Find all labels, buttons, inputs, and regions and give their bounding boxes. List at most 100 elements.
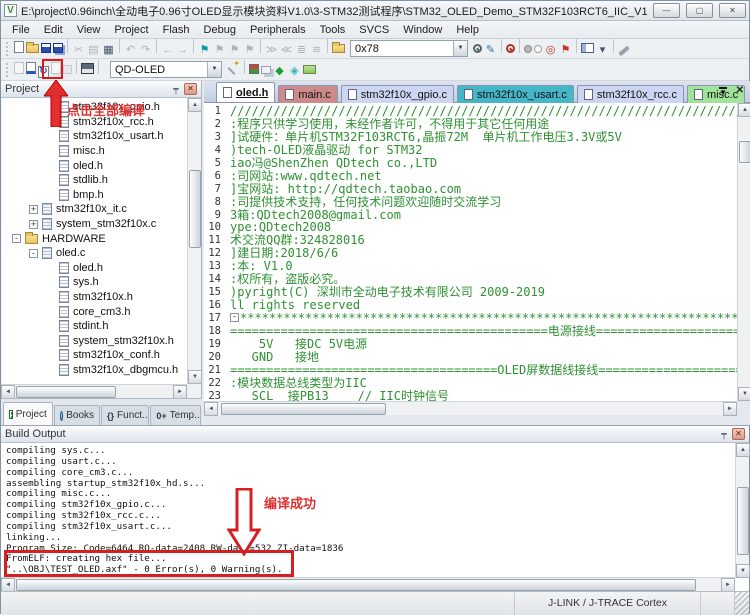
chevron-down-icon[interactable]: ▼ [453,41,467,56]
pin-icon[interactable]: ┯ [170,84,182,95]
toolbar-grip[interactable] [6,41,9,56]
build-vertical-scrollbar[interactable]: ▲ ▼ [735,443,750,578]
build-horizontal-scrollbar[interactable]: ◄ ► [1,577,735,592]
window-layout-icon[interactable] [581,43,594,53]
find-symbol-icon[interactable] [506,44,515,53]
panel-tab-temp[interactable]: 0+ Temp... [150,405,201,425]
scrollbar-thumb[interactable] [16,386,116,398]
build-icon[interactable] [26,62,36,74]
menu-view[interactable]: View [70,22,108,38]
manage-books-icon[interactable] [261,66,271,74]
menu-flash[interactable]: Flash [156,22,197,38]
panel-tab-project[interactable]: Project [3,402,53,425]
panel-close-icon[interactable]: ✕ [732,428,745,440]
new-file-icon[interactable] [14,41,24,53]
incremental-find-icon[interactable]: ✎ [484,42,497,57]
tree-item-stm32f10x-dbgmcu-h[interactable]: stm32f10x_dbgmcu.h [2,363,187,378]
find-in-files-icon[interactable] [332,42,345,53]
layout-dropdown-icon[interactable]: ▾ [596,42,609,57]
menu-file[interactable]: File [5,22,37,38]
menu-edit[interactable]: Edit [37,22,70,38]
tree-item-oled-c[interactable]: - oled.c [2,246,187,261]
panel-tab-books[interactable]: Books [53,405,101,425]
tree-item-sys-h[interactable]: sys.h [2,275,187,290]
bookmark-icon[interactable]: ⚑ [198,42,211,57]
tree-horizontal-scrollbar[interactable]: ◄ ► [1,384,187,399]
scroll-up-icon[interactable]: ▲ [188,98,202,112]
scroll-left-icon[interactable]: ◄ [204,402,218,416]
tree-item-oled-h[interactable]: oled.h [2,158,187,173]
menu-window[interactable]: Window [396,22,449,38]
address-value[interactable]: 0x78 [351,43,453,55]
scrollbar-thumb[interactable] [221,403,386,415]
scroll-left-icon[interactable]: ◄ [1,385,15,399]
debug-dot-gray-icon[interactable] [524,45,532,53]
scrollbar-thumb[interactable] [16,579,696,591]
project-tree[interactable]: stm32f10x_gpio.h stm32f10x_rcc.h stm32f10x… [2,98,187,384]
fold-marker-icon[interactable]: - [230,313,239,322]
pin-icon[interactable]: ┯ [718,429,730,440]
scroll-right-icon[interactable]: ► [173,385,187,399]
panel-tab-funct[interactable]: {} Funct... [101,405,150,425]
expander-icon[interactable]: - [12,234,21,244]
tree-item-system-stm32f10x-c[interactable]: + system_stm32f10x.c [2,217,187,232]
expander-icon[interactable]: - [29,248,38,258]
find-icon[interactable] [473,44,482,53]
tree-item-core-cm3-h[interactable]: core_cm3.h [2,304,187,319]
editor-tab-main-c[interactable]: main.c [278,85,338,103]
tree-item-stm32f10x-usart-h[interactable]: stm32f10x_usart.h [2,129,187,144]
editor-vertical-scrollbar[interactable]: ▲ ▼ [737,103,750,401]
expander-icon[interactable]: + [29,204,38,214]
breakpoint-rings-icon[interactable]: ◎ [544,42,557,57]
tree-item-stm32f10x-it-c[interactable]: + stm32f10x_it.c [2,202,187,217]
paste-icon[interactable]: ▦ [102,42,115,57]
tab-list-icon[interactable]: ▼ [719,87,727,97]
save-all-icon[interactable] [53,43,63,53]
scroll-up-icon[interactable]: ▲ [736,443,750,457]
menu-help[interactable]: Help [449,22,486,38]
configure-icon[interactable] [618,45,630,57]
debug-dot-white-icon[interactable] [534,45,542,53]
tree-item-stdlib-h[interactable]: stdlib.h [2,173,187,188]
resize-grip[interactable] [735,592,749,615]
menu-svcs[interactable]: SVCS [352,22,396,38]
close-button[interactable]: ✕ [719,3,746,18]
tree-item-stm32f10x-conf-h[interactable]: stm32f10x_conf.h [2,348,187,363]
editor-tab-stm32f10x-rcc-c[interactable]: stm32f10x_rcc.c [576,85,684,103]
tree-item-stm32f10x-h[interactable]: stm32f10x.h [2,290,187,305]
open-file-icon[interactable] [26,42,39,53]
tree-item-system-stm32f10x-h[interactable]: system_stm32f10x.h [2,334,187,349]
scroll-left-icon[interactable]: ◄ [1,578,15,592]
menu-debug[interactable]: Debug [197,22,243,38]
editor-horizontal-scrollbar[interactable]: ◄ ► [204,401,737,416]
breakpoint-flag-icon[interactable]: ⚑ [559,42,572,57]
menu-project[interactable]: Project [107,22,155,38]
pack-installer-icon[interactable] [303,65,316,74]
target-selector[interactable]: QD-OLED ▼ [110,61,222,78]
manage-run-time-environment-icon[interactable]: ◈ [288,63,301,78]
tree-item-misc-h[interactable]: misc.h [2,144,187,159]
tree-item-hardware[interactable]: - HARDWARE [2,231,187,246]
editor-tab-stm32f10x-gpio-c[interactable]: stm32f10x_gpio.c [340,85,455,103]
panel-close-icon[interactable]: ✕ [184,83,197,95]
scroll-right-icon[interactable]: ► [723,402,737,416]
download-icon[interactable] [81,63,94,74]
code-editor[interactable]: 1 ///////////////////////////////////////… [204,103,737,401]
scrollbar-thumb[interactable] [189,170,201,248]
maximize-button[interactable]: ▢ [686,3,713,18]
manage-project-items-icon[interactable] [249,64,259,74]
tab-close-icon[interactable]: ✕ [736,85,744,96]
toolbar-grip[interactable] [6,62,9,77]
tree-vertical-scrollbar[interactable]: ▲ ▼ [187,98,202,384]
tree-item-stdint-h[interactable]: stdint.h [2,319,187,334]
tree-item-oled-h[interactable]: oled.h [2,261,187,276]
target-value[interactable]: QD-OLED [111,64,207,76]
editor-tab-stm32f10x-usart-c[interactable]: stm32f10x_usart.c [457,85,574,103]
save-icon[interactable] [41,43,51,53]
options-for-target-icon[interactable] [227,59,240,74]
select-software-packs-icon[interactable]: ◆ [273,63,286,78]
editor-tab-oled-h[interactable]: oled.h [216,82,276,102]
expander-icon[interactable]: + [29,219,38,229]
scroll-down-icon[interactable]: ▼ [736,564,750,578]
scrollbar-thumb[interactable] [739,141,750,163]
